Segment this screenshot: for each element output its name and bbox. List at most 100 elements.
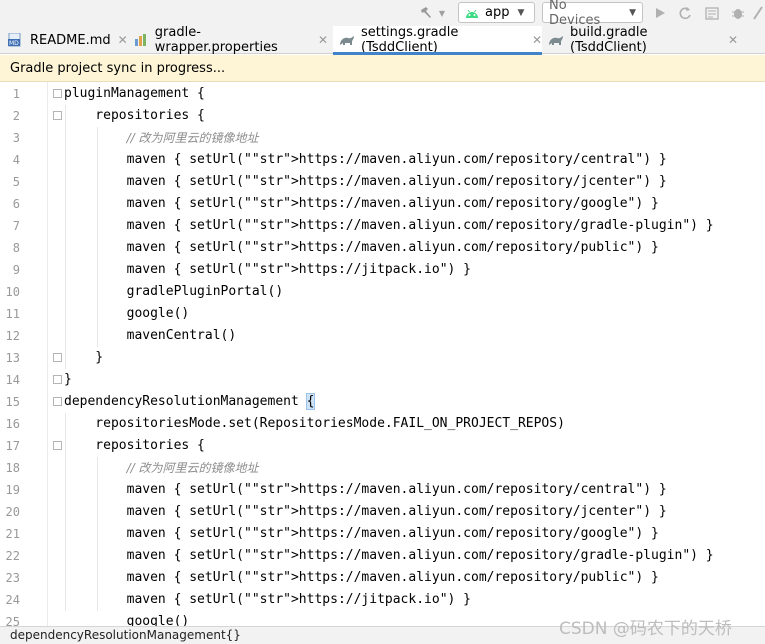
code-line[interactable]: 2 repositories { [0, 105, 765, 127]
code-line[interactable]: 16 repositoriesMode.set(RepositoriesMode… [0, 413, 765, 435]
tab-readme[interactable]: MD README.md ✕ [8, 26, 128, 54]
tab-settings-gradle[interactable]: settings.gradle (TsddClient) ✕ [333, 25, 542, 55]
code-line[interactable]: 15 dependencyResolutionManagement { [0, 391, 765, 413]
fold-marker-icon[interactable] [53, 353, 62, 362]
code-line[interactable]: 12 mavenCentral() [0, 325, 765, 347]
close-icon[interactable]: ✕ [728, 33, 738, 47]
attach-debugger-icon[interactable] [752, 4, 764, 22]
tab-label: README.md [30, 32, 111, 48]
hammer-icon[interactable] [418, 4, 434, 22]
code-line[interactable]: 6 maven { setUrl(""str">https://maven.al… [0, 193, 765, 215]
line-number: 9 [12, 263, 20, 277]
device-label: No Devices [549, 0, 601, 28]
line-number: 5 [12, 175, 20, 189]
line-number: 24 [5, 593, 20, 607]
line-number: 22 [5, 549, 20, 563]
tab-label: build.gradle (TsddClient) [570, 25, 648, 55]
code-text: maven { setUrl(""str">https://jitpack.io… [64, 262, 472, 277]
code-line[interactable]: 22 maven { setUrl(""str">https://maven.a… [0, 545, 765, 567]
svg-text:MD: MD [9, 40, 19, 47]
line-number: 20 [5, 505, 20, 519]
tab-gradle-wrapper-properties[interactable]: gradle-wrapper.properties ✕ [134, 25, 328, 55]
code-text: repositoriesMode.set(RepositoriesMode.FA… [64, 416, 565, 431]
code-line[interactable]: 10 gradlePluginPortal() [0, 281, 765, 303]
code-line[interactable]: 21 maven { setUrl(""str">https://maven.a… [0, 523, 765, 545]
fold-marker-icon[interactable] [53, 111, 62, 120]
line-number: 23 [5, 571, 20, 585]
close-icon[interactable]: ✕ [532, 33, 542, 47]
code-text: maven { setUrl(""str">https://maven.aliy… [64, 570, 659, 585]
device-select[interactable]: No Devices ▼ [542, 0, 643, 28]
fold-marker-icon[interactable] [53, 375, 62, 384]
line-number: 6 [12, 197, 20, 211]
apply-changes-icon[interactable] [677, 4, 693, 22]
code-text: repositories { [64, 108, 205, 123]
line-number: 19 [5, 483, 20, 497]
code-line[interactable]: 18 // 改为阿里云的镜像地址 [0, 457, 765, 479]
line-number: 12 [5, 329, 20, 343]
code-text: gradlePluginPortal() [64, 284, 284, 299]
code-text: maven { setUrl(""str">https://maven.aliy… [64, 174, 667, 189]
code-text: } [64, 372, 72, 387]
line-number: 15 [5, 395, 20, 409]
line-number: 13 [5, 351, 20, 365]
code-text: maven { setUrl(""str">https://jitpack.io… [64, 592, 472, 607]
code-text: google() [64, 306, 190, 321]
line-number: 8 [12, 241, 20, 255]
fold-marker-icon[interactable] [53, 441, 62, 450]
code-line[interactable]: 9 maven { setUrl(""str">https://jitpack.… [0, 259, 765, 281]
code-text: dependencyResolutionManagement { [64, 393, 316, 410]
code-text: // 改为阿里云的镜像地址 [126, 461, 259, 475]
fold-marker-icon[interactable] [53, 397, 62, 406]
code-text: maven { setUrl(""str">https://maven.aliy… [64, 196, 659, 211]
run-config-label: app [485, 5, 510, 20]
watermark: CSDN @码农下的天桥 [559, 619, 732, 639]
line-number: 25 [5, 615, 20, 626]
code-line[interactable]: 8 maven { setUrl(""str">https://maven.al… [0, 237, 765, 259]
run-config-select[interactable]: app ▼ [458, 2, 535, 23]
code-line[interactable]: 7 maven { setUrl(""str">https://maven.al… [0, 215, 765, 237]
close-icon[interactable]: ✕ [318, 33, 328, 47]
apply-code-changes-icon[interactable] [704, 4, 720, 22]
line-number: 16 [5, 417, 20, 431]
line-number: 14 [5, 373, 20, 387]
code-text: maven { setUrl(""str">https://maven.aliy… [64, 482, 667, 497]
breadcrumb-label: dependencyResolutionManagement{} [10, 628, 241, 642]
code-line[interactable]: 17 repositories { [0, 435, 765, 457]
line-number: 3 [12, 131, 20, 145]
tab-build-gradle[interactable]: build.gradle (TsddClient) ✕ [548, 25, 738, 55]
code-line[interactable]: 24 maven { setUrl(""str">https://jitpack… [0, 589, 765, 611]
code-line[interactable]: 3 // 改为阿里云的镜像地址 [0, 127, 765, 149]
sync-banner: Gradle project sync in progress... [0, 55, 765, 82]
code-line[interactable]: 11 google() [0, 303, 765, 325]
chevron-down-icon[interactable]: ▼ [437, 4, 447, 22]
code-line[interactable]: 1 pluginManagement { [0, 83, 765, 105]
properties-icon [134, 33, 149, 47]
code-line[interactable]: 4 maven { setUrl(""str">https://maven.al… [0, 149, 765, 171]
line-number: 4 [12, 153, 20, 167]
chevron-down-icon: ▼ [629, 7, 636, 18]
code-line[interactable]: 20 maven { setUrl(""str">https://maven.a… [0, 501, 765, 523]
gradle-icon [548, 33, 564, 47]
code-text: maven { setUrl(""str">https://maven.aliy… [64, 504, 667, 519]
close-icon[interactable]: ✕ [118, 33, 128, 47]
code-text: mavenCentral() [64, 328, 237, 343]
code-line[interactable]: 5 maven { setUrl(""str">https://maven.al… [0, 171, 765, 193]
sync-banner-text: Gradle project sync in progress... [10, 60, 226, 76]
code-text: } [64, 350, 104, 365]
code-text: maven { setUrl(""str">https://maven.aliy… [64, 152, 667, 167]
markdown-icon: MD [8, 33, 24, 47]
debug-icon[interactable] [730, 4, 746, 22]
code-text: // 改为阿里云的镜像地址 [126, 131, 259, 145]
tab-label: gradle-wrapper.properties [154, 25, 278, 55]
line-number: 18 [5, 461, 20, 475]
fold-marker-icon[interactable] [53, 89, 62, 98]
editor-tabs: MD README.md ✕ gradle-wrapper.properties… [0, 25, 765, 55]
code-text: repositories { [64, 438, 205, 453]
code-line[interactable]: 23 maven { setUrl(""str">https://maven.a… [0, 567, 765, 589]
run-icon[interactable] [652, 4, 668, 22]
code-line[interactable]: 13 } [0, 347, 765, 369]
code-editor[interactable]: 1 pluginManagement {2 repositories {3 // … [0, 82, 765, 626]
code-line[interactable]: 14} [0, 369, 765, 391]
code-line[interactable]: 19 maven { setUrl(""str">https://maven.a… [0, 479, 765, 501]
